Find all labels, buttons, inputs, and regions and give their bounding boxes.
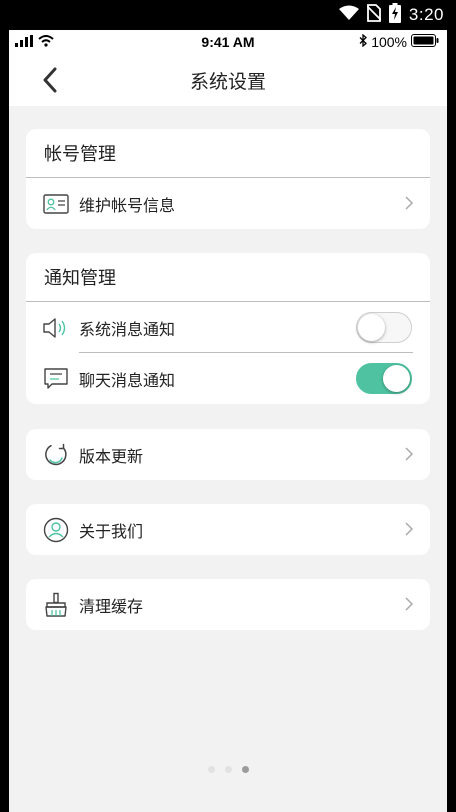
- battery-charging-icon: [388, 3, 401, 27]
- clear-cache-card: 清理缓存: [26, 579, 430, 630]
- account-card: 帐号管理 维护帐号信息: [26, 129, 430, 229]
- android-status-bar: 3:20: [0, 0, 456, 30]
- chevron-right-icon: [405, 447, 414, 461]
- system-notification-label: 系统消息通知: [79, 319, 176, 339]
- chat-notification-label: 聊天消息通知: [79, 370, 176, 390]
- version-update-row[interactable]: 版本更新: [26, 429, 430, 480]
- navigation-bar: 系统设置: [9, 54, 447, 106]
- chat-notification-toggle[interactable]: [356, 363, 412, 394]
- chat-notification-row: 聊天消息通知: [26, 353, 430, 404]
- chevron-right-icon: [405, 597, 414, 611]
- account-section-heading: 帐号管理: [26, 129, 430, 178]
- battery-percent: 100%: [371, 34, 407, 50]
- account-info-row[interactable]: 维护帐号信息: [26, 178, 430, 229]
- bluetooth-icon: [359, 33, 368, 50]
- broom-icon: [42, 591, 70, 619]
- android-clock: 3:20: [408, 5, 444, 24]
- page-dot: [207, 766, 215, 773]
- notification-card: 通知管理 系统消息通知 聊天消息通知: [26, 253, 430, 404]
- speaker-icon: [42, 314, 70, 342]
- account-info-label: 维护帐号信息: [79, 195, 176, 215]
- about-us-card: 关于我们: [26, 504, 430, 555]
- about-us-label: 关于我们: [79, 521, 144, 541]
- wifi-icon: [338, 5, 359, 25]
- page-dot: [241, 766, 249, 773]
- toggle-knob: [383, 365, 410, 392]
- version-update-card: 版本更新: [26, 429, 430, 480]
- app-screen: 9:41 AM 100% 系统设置 帐号管理 维护帐号信息 通知管理 系统消息通…: [9, 30, 447, 812]
- chevron-right-icon: [405, 522, 414, 536]
- battery-icon: [411, 34, 439, 50]
- page-dot: [224, 766, 232, 773]
- system-notification-row: 系统消息通知: [26, 302, 430, 353]
- page-indicator: [9, 766, 447, 773]
- page-title: 系统设置: [189, 71, 266, 93]
- chevron-right-icon: [405, 196, 414, 210]
- clear-cache-label: 清理缓存: [79, 596, 144, 616]
- toggle-knob: [358, 314, 385, 341]
- version-update-label: 版本更新: [79, 446, 144, 466]
- clear-cache-row[interactable]: 清理缓存: [26, 579, 430, 630]
- system-notification-toggle[interactable]: [356, 312, 412, 343]
- notification-section-heading: 通知管理: [26, 253, 430, 302]
- ios-status-bar: 9:41 AM 100%: [9, 30, 447, 54]
- chat-icon: [42, 365, 70, 393]
- about-us-row[interactable]: 关于我们: [26, 504, 430, 555]
- id-card-icon: [42, 190, 70, 218]
- no-sim-icon: [366, 4, 382, 26]
- refresh-icon: [42, 441, 70, 469]
- user-icon: [42, 516, 70, 544]
